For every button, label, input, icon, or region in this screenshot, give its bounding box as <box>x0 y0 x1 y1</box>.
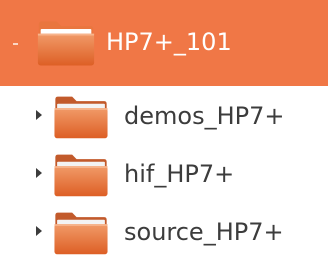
folder-icon <box>54 154 108 197</box>
folder-icon <box>37 21 95 66</box>
collapse-icon[interactable] <box>13 43 18 45</box>
expand-arrow-icon[interactable] <box>36 110 42 120</box>
tree-row-hp7-101[interactable]: HP7+_101 <box>0 0 328 86</box>
folder-tree: HP7+_101 demos_HP7+ hif_HP7+ source_HP7+ <box>0 0 328 260</box>
expand-arrow-icon[interactable] <box>36 226 42 236</box>
tree-item-label: HP7+_101 <box>106 28 232 56</box>
tree-item-label: hif_HP7+ <box>124 160 235 188</box>
tree-row-hif-hp7[interactable]: hif_HP7+ <box>0 144 328 202</box>
tree-item-label: demos_HP7+ <box>124 102 285 130</box>
folder-icon <box>54 212 108 255</box>
folder-icon <box>54 96 108 139</box>
tree-row-demos-hp7[interactable]: demos_HP7+ <box>0 86 328 144</box>
tree-row-source-hp7[interactable]: source_HP7+ <box>0 202 328 260</box>
expand-arrow-icon[interactable] <box>36 168 42 178</box>
tree-item-label: source_HP7+ <box>124 218 284 246</box>
